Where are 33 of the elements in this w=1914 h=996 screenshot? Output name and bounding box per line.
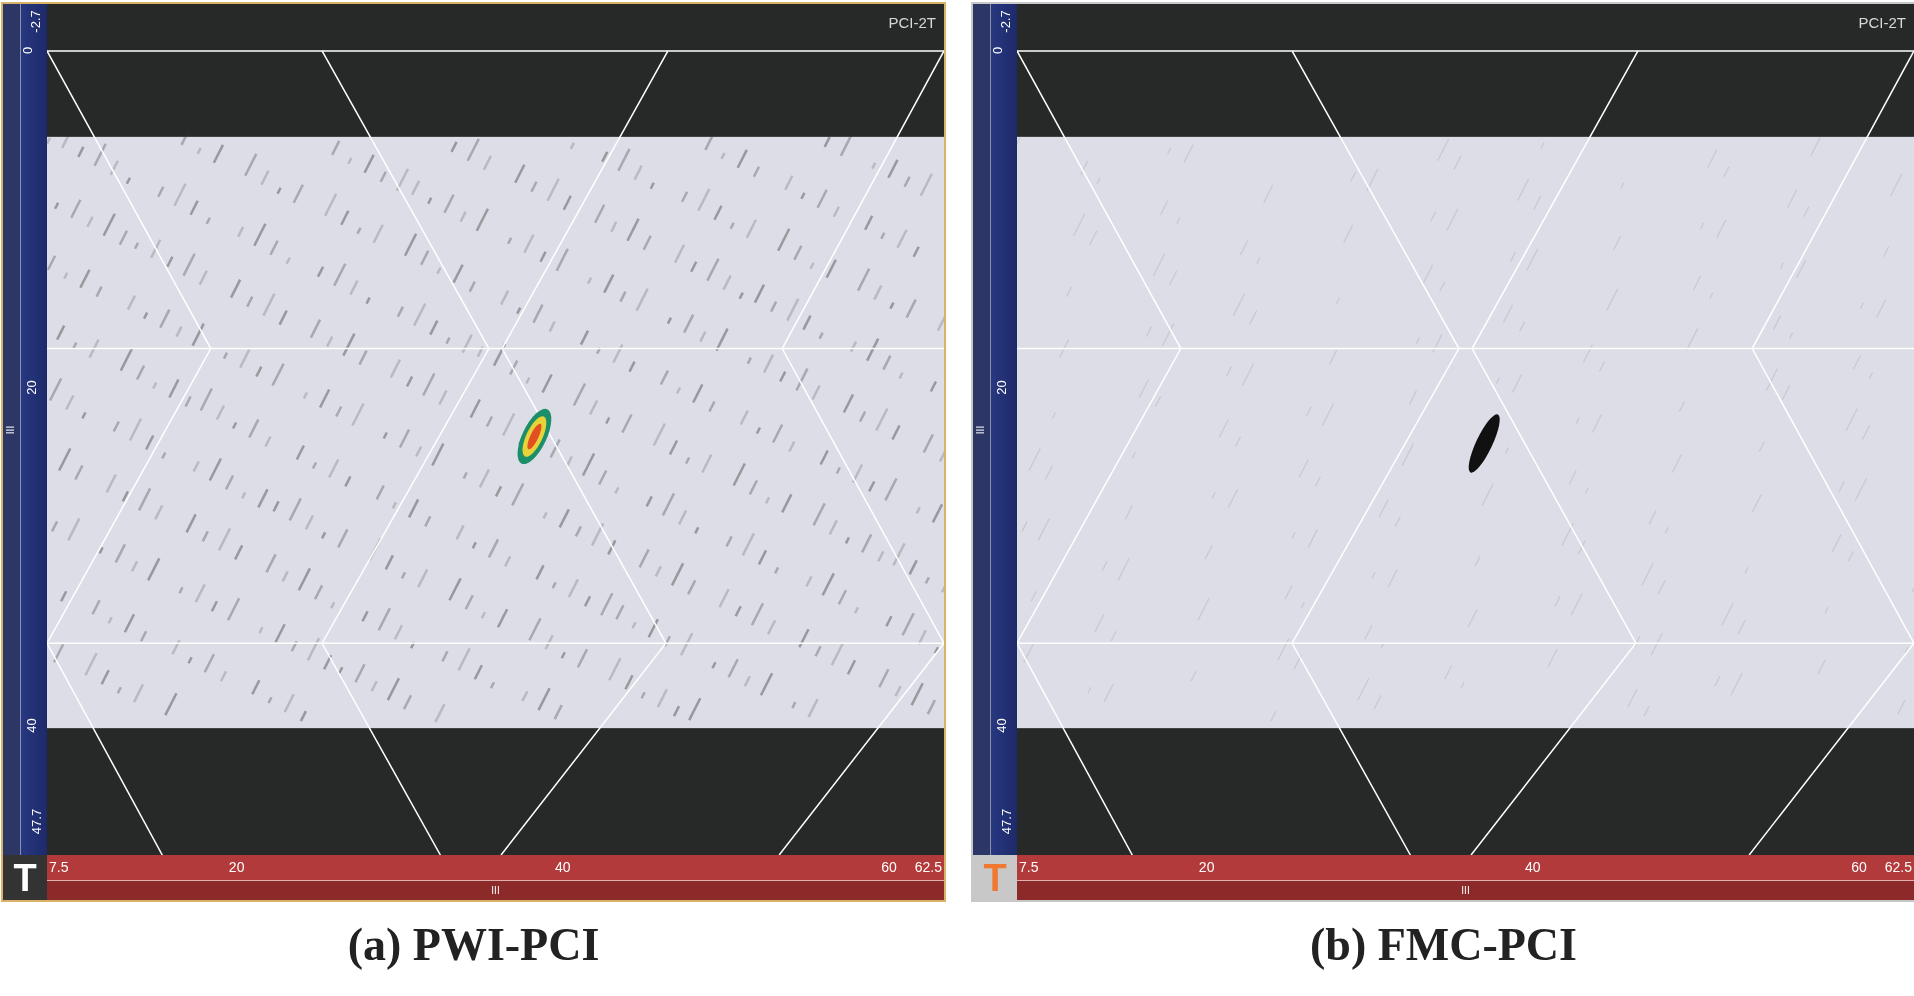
vertical-scrollbar[interactable]: III (973, 4, 991, 855)
ruler-label: 40 (994, 718, 1008, 733)
ruler-label: 62.5 (914, 860, 942, 874)
ruler-label: 7.5 (1019, 860, 1039, 874)
ruler-label: -2.7 (28, 10, 42, 33)
ruler-label: 7.5 (49, 860, 69, 874)
scroll-grip: III (6, 425, 17, 434)
figure-caption: (b) FMC-PCI (1310, 922, 1577, 968)
view-label: PCI-2T (888, 13, 936, 33)
horizontal-scrollbar[interactable]: III (47, 881, 944, 900)
ruler-label: 20 (1198, 860, 1215, 874)
scroll-grip: III (976, 425, 987, 434)
ruler-label: -2.7 (998, 10, 1012, 33)
ruler-label: 40 (555, 860, 571, 874)
horizontal-scrollbar[interactable]: III (1017, 881, 1914, 900)
ruler-label: 47.7 (1000, 808, 1014, 835)
ruler-label: 20 (228, 860, 245, 874)
ruler-label: 0 (991, 46, 1005, 54)
ruler-label: 60 (1851, 860, 1867, 874)
mode-button[interactable]: T (3, 855, 47, 900)
ruler-label: 47.7 (30, 808, 44, 835)
ruler-label: 40 (24, 718, 38, 733)
view-label: PCI-2T (1858, 13, 1906, 33)
ruler-label: 20 (24, 380, 38, 395)
scroll-grip: III (1461, 885, 1470, 896)
ruler-label: 20 (994, 380, 1008, 395)
ruler-label: 62.5 (1884, 860, 1912, 874)
ruler-label: 60 (881, 860, 897, 874)
ruler-label: 40 (1525, 860, 1541, 874)
figure-caption: (a) PWI-PCI (347, 922, 600, 968)
scroll-grip: III (491, 885, 500, 896)
ruler-label: 0 (21, 46, 35, 54)
vertical-scrollbar[interactable]: III (3, 4, 21, 855)
